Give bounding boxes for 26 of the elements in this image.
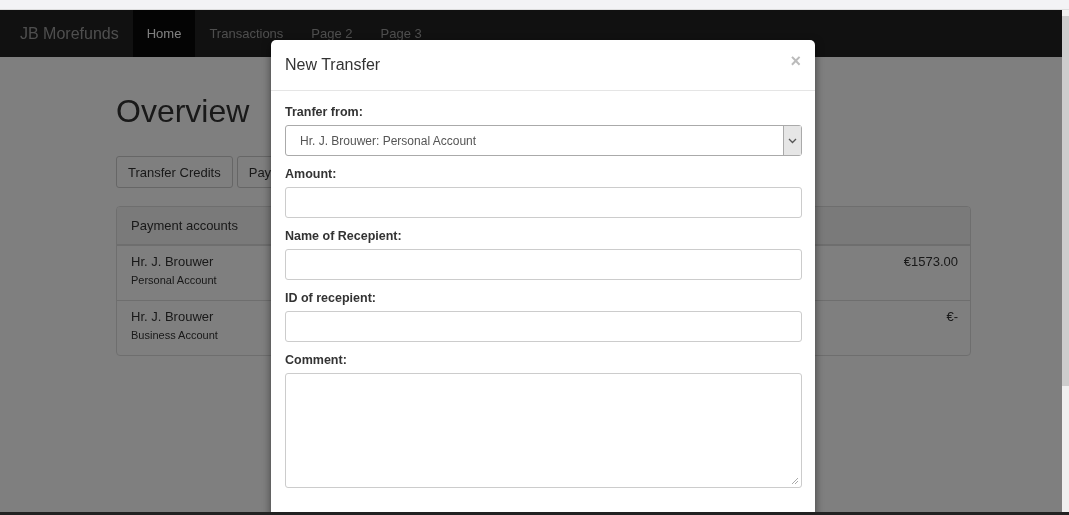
panel-heading: Payment accounts xyxy=(131,218,238,233)
account-select[interactable]: Hr. J. Brouwer: Personal Account xyxy=(285,125,802,156)
field-label: Comment: xyxy=(285,353,348,367)
close-button[interactable]: × xyxy=(790,52,801,70)
account-balance: €1573.00 xyxy=(903,254,958,271)
nav-link[interactable]: Home xyxy=(132,10,196,57)
field-label: Amount: xyxy=(285,167,338,181)
action-button[interactable]: Transfer Credits xyxy=(116,156,233,188)
dialog-title: New Transfer xyxy=(285,56,381,74)
resize-grip-icon xyxy=(792,478,798,484)
caret-icon xyxy=(783,126,801,155)
field-label: ID of recepient: xyxy=(285,291,377,305)
scrollbar[interactable] xyxy=(1062,10,1069,512)
account-type: Personal Account xyxy=(131,274,217,286)
account-holder: Hr. J. Brouwer xyxy=(131,309,214,324)
input-field[interactable] xyxy=(285,311,802,342)
brand-link[interactable]: JB Morefunds xyxy=(0,10,133,57)
input-field[interactable] xyxy=(285,249,802,280)
account-type: Business Account xyxy=(131,329,218,341)
account-holder: Hr. J. Brouwer xyxy=(131,254,214,269)
input-field[interactable] xyxy=(285,187,802,218)
account-balance: €- xyxy=(946,309,958,326)
field-label: Tranfer from: xyxy=(285,105,364,119)
comment-field[interactable] xyxy=(285,373,802,488)
page-title: Overview xyxy=(116,93,250,130)
field-label: Name of Recepient: xyxy=(285,229,403,243)
